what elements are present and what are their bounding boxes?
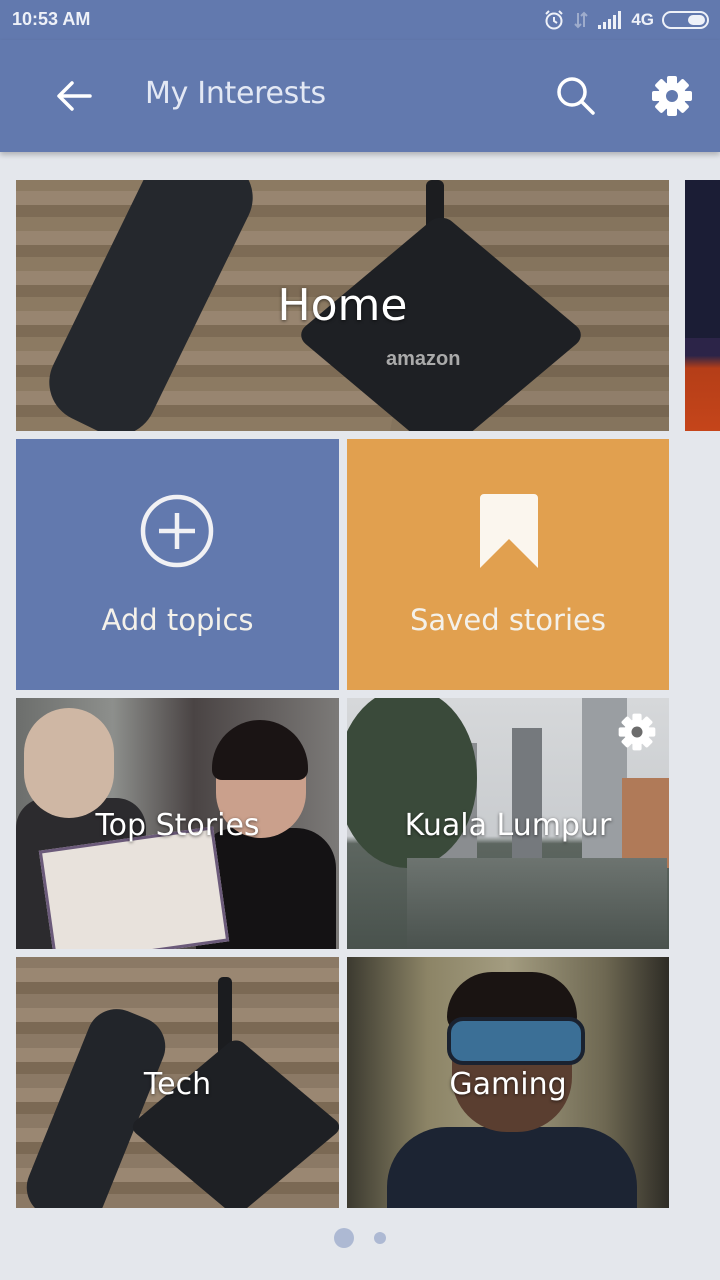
back-button[interactable] [52, 74, 96, 118]
tile-gaming[interactable]: Gaming [347, 957, 669, 1208]
tile-home[interactable]: amazon Home [16, 180, 669, 431]
status-bar: 10:53 AM 4G [0, 0, 720, 40]
app-bar: My Interests [0, 40, 720, 152]
photo-hair [212, 720, 308, 780]
photo-person-head [24, 708, 114, 818]
tile-kuala-lumpur[interactable]: Kuala Lumpur [347, 698, 669, 949]
tile-top-stories[interactable]: Top Stories [16, 698, 339, 949]
page-indicator [0, 1228, 720, 1248]
page-dot-active[interactable] [334, 1228, 354, 1248]
gear-icon [652, 76, 692, 116]
photo-river [407, 858, 667, 949]
tile-label: Home [277, 280, 408, 331]
photo-goggles [447, 1017, 585, 1065]
tile-label: Gaming [449, 1067, 567, 1102]
photo-remote [17, 1000, 175, 1208]
tile-label: Kuala Lumpur [404, 808, 612, 843]
gear-icon [618, 713, 656, 751]
plus-circle-icon [140, 494, 214, 568]
tile-label: Add topics [101, 603, 254, 637]
settings-button[interactable] [648, 72, 696, 120]
network-type: 4G [631, 10, 654, 29]
tile-label: Saved stories [410, 603, 606, 637]
add-topics-tile[interactable]: Add topics [16, 439, 339, 690]
bookmark-icon [480, 494, 538, 568]
tile-tech[interactable]: Tech [16, 957, 339, 1208]
photo-suit [387, 1127, 637, 1208]
status-icons: 4G [543, 8, 710, 32]
topic-settings-button[interactable] [615, 710, 659, 754]
search-icon [557, 77, 595, 115]
saved-stories-tile[interactable]: Saved stories [347, 439, 669, 690]
search-button[interactable] [552, 72, 600, 120]
arrow-left-icon [57, 81, 92, 111]
data-arrows-icon [574, 11, 589, 29]
alarm-icon [545, 10, 564, 30]
battery-icon [662, 11, 709, 29]
page-dot[interactable] [374, 1232, 386, 1244]
tile-label: Top Stories [95, 808, 260, 843]
photo-brand-text: amazon [386, 348, 461, 370]
signal-icon [598, 11, 622, 29]
page-title: My Interests [145, 76, 326, 111]
next-page-peek[interactable] [685, 180, 720, 431]
status-time: 10:53 AM [12, 9, 91, 29]
tile-label: Tech [143, 1067, 212, 1102]
